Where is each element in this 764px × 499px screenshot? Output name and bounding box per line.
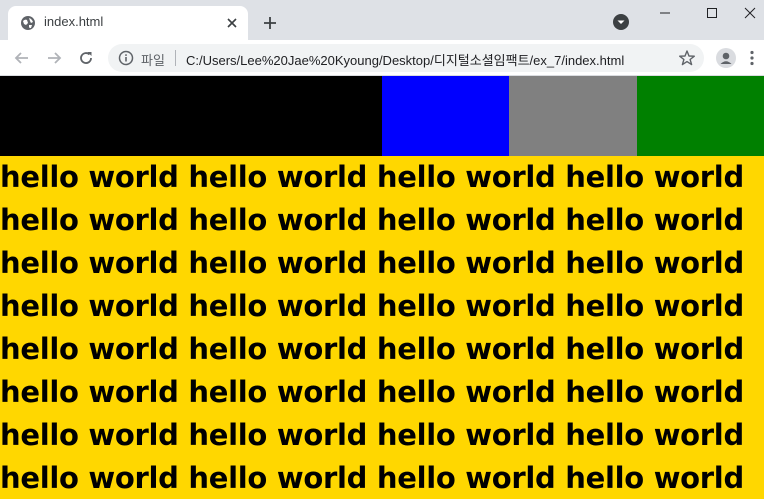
hello-line: hello world hello world hello world hell… [0,461,744,495]
toolbar: 파일 C:/Users/Lee%20Jae%20Kyoung/Desktop/디… [0,40,764,76]
hello-line: hello world hello world hello world hell… [0,418,744,452]
address-divider [175,50,176,66]
hello-line: hello world hello world hello world hell… [0,289,744,323]
hello-line: hello world hello world hello world hell… [0,375,744,409]
hello-line: hello world hello world hello world hell… [0,160,744,194]
more-vert-icon[interactable] [744,48,760,68]
color-box-row [0,76,764,156]
minimize-icon[interactable] [642,0,688,26]
scheme-label: 파일 [141,53,165,68]
close-icon[interactable] [736,0,764,26]
chevron-down-icon[interactable] [612,13,630,31]
hello-world-section: hello world hello world hello world hell… [0,156,764,499]
star-icon[interactable] [678,49,696,67]
url-text[interactable]: C:/Users/Lee%20Jae%20Kyoung/Desktop/디지털소… [186,50,674,69]
tab-index-html[interactable]: index.html [8,6,248,40]
arrow-left-icon[interactable] [11,47,33,69]
box-gray [509,76,637,156]
hello-line: hello world hello world hello world hell… [0,203,744,237]
box-green [637,76,764,156]
account-icon[interactable] [716,48,736,68]
close-icon[interactable] [224,15,240,31]
box-blue [382,76,509,156]
box-black [0,76,382,156]
address-bar[interactable]: 파일 C:/Users/Lee%20Jae%20Kyoung/Desktop/디… [108,44,704,72]
tab-strip: index.html [0,0,764,40]
info-icon[interactable] [118,50,134,66]
maximize-icon[interactable] [689,0,735,26]
plus-icon[interactable] [258,11,282,35]
hello-line: hello world hello world hello world hell… [0,332,744,366]
globe-icon [20,15,36,31]
hello-line: hello world hello world hello world hell… [0,246,744,280]
arrow-right-icon[interactable] [43,47,65,69]
tab-title: index.html [44,14,104,29]
reload-icon[interactable] [75,47,97,69]
page-viewport: hello world hello world hello world hell… [0,76,764,499]
